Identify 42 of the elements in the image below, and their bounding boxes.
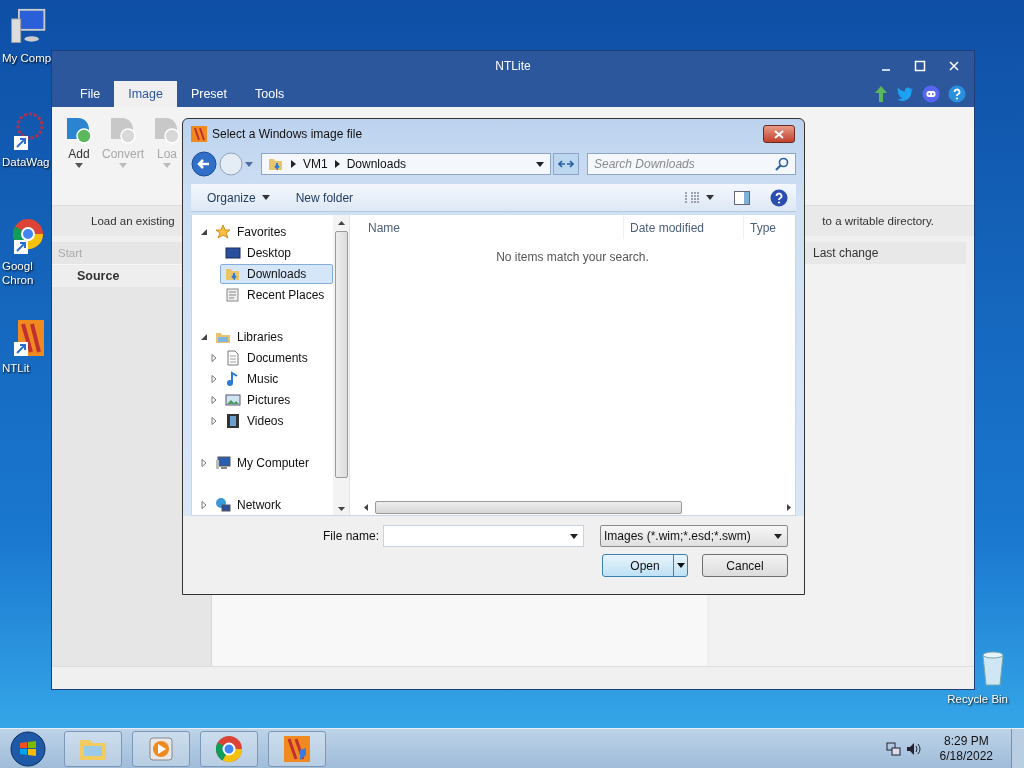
nav-item[interactable]: Desktop bbox=[220, 242, 333, 263]
empty-message: No items match your search. bbox=[495, 250, 650, 264]
notice-text: to a writable directory. bbox=[822, 215, 934, 227]
list-row-label[interactable]: Source bbox=[77, 269, 120, 283]
breadcrumb-item[interactable]: Downloads bbox=[346, 157, 407, 171]
column-header[interactable]: Type bbox=[743, 215, 795, 239]
menu-tab[interactable]: File bbox=[66, 81, 115, 107]
search-field[interactable]: Search Downloads bbox=[587, 153, 796, 175]
menu-tab[interactable]: Image bbox=[114, 81, 177, 107]
desktop-icon-label[interactable]: DataWag bbox=[0, 155, 50, 169]
column-header[interactable]: Name bbox=[350, 215, 623, 239]
column-header[interactable]: Date modified bbox=[623, 215, 743, 239]
nav-item[interactable]: Favorites bbox=[210, 221, 333, 242]
column-header: Last change bbox=[813, 246, 879, 260]
nav-item[interactable]: Downloads bbox=[220, 263, 333, 284]
clock[interactable]: 8:29 PM 6/18/2022 bbox=[939, 733, 993, 764]
nav-item[interactable]: Libraries bbox=[210, 326, 333, 347]
nav-item[interactable]: Videos bbox=[220, 410, 333, 431]
open-button[interactable]: Open bbox=[602, 554, 688, 577]
menu-tab[interactable]: Preset bbox=[176, 81, 242, 107]
nav-item[interactable]: Network bbox=[210, 494, 333, 515]
address-bar[interactable]: VM1 Downloads bbox=[261, 153, 551, 175]
dialog-button[interactable]: Cancel bbox=[702, 554, 788, 577]
desktop-icon-label[interactable]: Googl Chron bbox=[0, 259, 34, 287]
toolbar-button[interactable]: New folder bbox=[285, 190, 364, 205]
notice-text: Load an existing bbox=[91, 215, 175, 227]
nav-item[interactable]: Documents bbox=[220, 347, 333, 368]
nav-item[interactable]: Music bbox=[220, 368, 333, 389]
ribbon-button[interactable]: Add bbox=[64, 115, 94, 168]
column-header: Start bbox=[58, 247, 83, 259]
nav-item[interactable]: My Computer bbox=[210, 452, 333, 473]
nav-item[interactable]: Recent Places bbox=[220, 284, 333, 305]
desktop-icon-label[interactable]: NTLit bbox=[0, 361, 30, 375]
breadcrumb-item[interactable]: VM1 bbox=[303, 157, 328, 171]
organize-menu-button[interactable]: Organize bbox=[197, 190, 280, 205]
file-type-dropdown[interactable]: Images (*.wim;*.esd;*.swm) bbox=[600, 525, 788, 547]
window-title: NTLite bbox=[495, 59, 531, 73]
menu-tab[interactable]: Tools bbox=[241, 81, 299, 107]
nav-item[interactable]: Pictures bbox=[220, 389, 333, 410]
file-name-label: File name: bbox=[322, 529, 379, 543]
dialog-title: Select a Windows image file bbox=[212, 127, 363, 141]
desktop-icon-label[interactable]: My Comp bbox=[0, 51, 52, 65]
